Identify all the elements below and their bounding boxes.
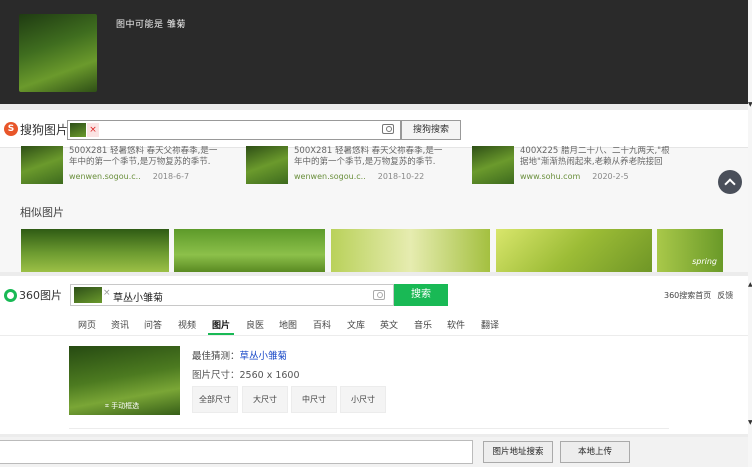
s360-header-links: 360搜索首页 反馈 [664, 290, 733, 301]
query-image-chip [70, 123, 86, 137]
s360-panel: 360图片 × 草丛小雏菊 搜索 360搜索首页 反馈 网页 资讯 问答 视频 图… [0, 276, 748, 434]
result-date: 2018-10-22 [377, 172, 425, 181]
size-filter-small[interactable]: 小尺寸 [340, 386, 386, 413]
upload-panel: 图片地址搜索 本地上传 [0, 437, 748, 467]
result-source[interactable]: www.sohu.com 2020-2-5 [520, 172, 629, 181]
tab-music[interactable]: 音乐 [414, 318, 432, 331]
camera-icon[interactable] [373, 290, 385, 300]
result-item[interactable]: 400X225 腊月二十八、二十九两天,"根 据地"渐渐热闹起来,老赖从养老院接… [472, 146, 692, 192]
result-source[interactable]: wenwen.sogou.c.. 2018-10-22 [294, 172, 424, 181]
tab-news[interactable]: 资讯 [111, 318, 129, 331]
sogou-logo-icon: S [4, 122, 18, 136]
best-guess: 最佳猜测：草丛小雏菊 [192, 348, 287, 362]
back-to-top-button[interactable] [718, 170, 742, 194]
s360-search-button[interactable]: 搜索 [394, 284, 448, 306]
tab-baike[interactable]: 百科 [313, 318, 331, 331]
tab-translate[interactable]: 翻译 [481, 318, 499, 331]
image-url-input[interactable] [0, 440, 473, 464]
home-link[interactable]: 360搜索首页 [664, 291, 711, 300]
image-size: 图片尺寸：2560 x 1600 [192, 370, 300, 381]
remove-image-icon[interactable]: × [103, 288, 111, 298]
tab-map[interactable]: 地图 [279, 318, 297, 331]
recognition-panel: 图中可能是 雏菊 [0, 0, 748, 104]
tab-images[interactable]: 图片 [207, 318, 235, 335]
scroll-up-arrow-icon[interactable]: ▲ [748, 282, 752, 288]
query-thumbnail [19, 14, 97, 92]
result-thumbnail[interactable] [246, 146, 288, 184]
size-filter-large[interactable]: 大尺寸 [242, 386, 288, 413]
s360-logo-text: 360图片 [19, 289, 62, 302]
screenshot-root: 图中可能是 雏菊 ▼ ▲ ▼ S 搜狗图片 × 搜狗搜索 500X281 轻暑悠… [0, 0, 752, 467]
best-guess-link[interactable]: 草丛小雏菊 [240, 351, 288, 362]
feedback-link[interactable]: 反馈 [717, 291, 733, 300]
tab-software[interactable]: 软件 [447, 318, 465, 331]
query-preview-image[interactable]: ⌗ 手动框选 [69, 346, 180, 415]
recognition-label: 图中可能是 雏菊 [116, 20, 186, 30]
similar-image[interactable] [174, 229, 325, 272]
result-text[interactable]: 400X225 腊月二十八、二十九两天,"根 据地"渐渐热闹起来,老赖从养老院接… [520, 146, 690, 168]
similar-image[interactable] [496, 229, 652, 272]
result-date: 2018-6-7 [152, 172, 190, 181]
divider [69, 428, 669, 429]
s360-logo[interactable]: 360图片 [4, 287, 62, 303]
crop-label[interactable]: ⌗ 手动框选 [105, 401, 139, 411]
similar-image[interactable]: spring [657, 229, 723, 272]
tab-qa[interactable]: 问答 [144, 318, 162, 331]
scroll-down-arrow-icon[interactable]: ▼ [748, 102, 752, 108]
result-thumbnail[interactable] [21, 146, 63, 184]
query-text: 草丛小雏菊 [113, 293, 163, 304]
sogou-search-button[interactable]: 搜狗搜索 [401, 120, 461, 140]
url-search-button[interactable]: 图片地址搜索 [483, 441, 553, 463]
result-thumbnail[interactable] [472, 146, 514, 184]
sogou-logo-text: 搜狗图片 [20, 122, 69, 137]
tab-web[interactable]: 网页 [78, 318, 96, 331]
s360-logo-icon [4, 288, 17, 302]
size-filter-all[interactable]: 全部尺寸 [192, 386, 238, 413]
result-item[interactable]: 500X281 轻暑悠料 春天父祢春季,是一 年中的第一个季节,是万物复苏的季节… [246, 146, 466, 192]
s360-tab-bar: 网页 资讯 问答 视频 图片 良医 地图 百科 文库 英文 音乐 软件 翻译 [0, 312, 748, 336]
s360-search-input[interactable]: × 草丛小雏菊 [70, 284, 394, 306]
similar-image[interactable] [331, 229, 490, 272]
scroll-down-arrow-icon[interactable]: ▼ [748, 420, 752, 426]
similar-images-title: 相似图片 [20, 206, 64, 219]
sogou-search-input[interactable]: × [67, 120, 401, 140]
sogou-logo[interactable]: S 搜狗图片 [4, 121, 68, 137]
camera-icon[interactable] [382, 124, 394, 134]
tab-english[interactable]: 英文 [380, 318, 398, 331]
window-scrollbar[interactable] [748, 0, 752, 467]
result-source[interactable]: wenwen.sogou.c.. 2018-6-7 [69, 172, 189, 181]
best-guess-label: 最佳猜测： [192, 351, 240, 362]
size-filter-medium[interactable]: 中尺寸 [291, 386, 337, 413]
image-overlay-text: spring [692, 257, 717, 266]
remove-image-icon[interactable]: × [87, 123, 99, 137]
tab-doctor[interactable]: 良医 [246, 318, 264, 331]
result-date: 2020-2-5 [592, 172, 629, 181]
tab-video[interactable]: 视频 [178, 318, 196, 331]
result-text[interactable]: 500X281 轻暑悠料 春天父祢春季,是一 年中的第一个季节,是万物复苏的季节… [69, 146, 239, 168]
result-item[interactable]: 500X281 轻暑悠料 春天父祢春季,是一 年中的第一个季节,是万物复苏的季节… [21, 146, 241, 192]
sogou-panel: S 搜狗图片 × 搜狗搜索 500X281 轻暑悠料 春天父祢春季,是一 年中的… [0, 110, 748, 272]
result-text[interactable]: 500X281 轻暑悠料 春天父祢春季,是一 年中的第一个季节,是万物复苏的季节… [294, 146, 464, 168]
query-image-chip [74, 287, 102, 303]
similar-image[interactable] [21, 229, 169, 272]
sogou-search-bar: S 搜狗图片 × 搜狗搜索 [0, 110, 748, 148]
local-upload-button[interactable]: 本地上传 [560, 441, 630, 463]
tab-wenku[interactable]: 文库 [347, 318, 365, 331]
